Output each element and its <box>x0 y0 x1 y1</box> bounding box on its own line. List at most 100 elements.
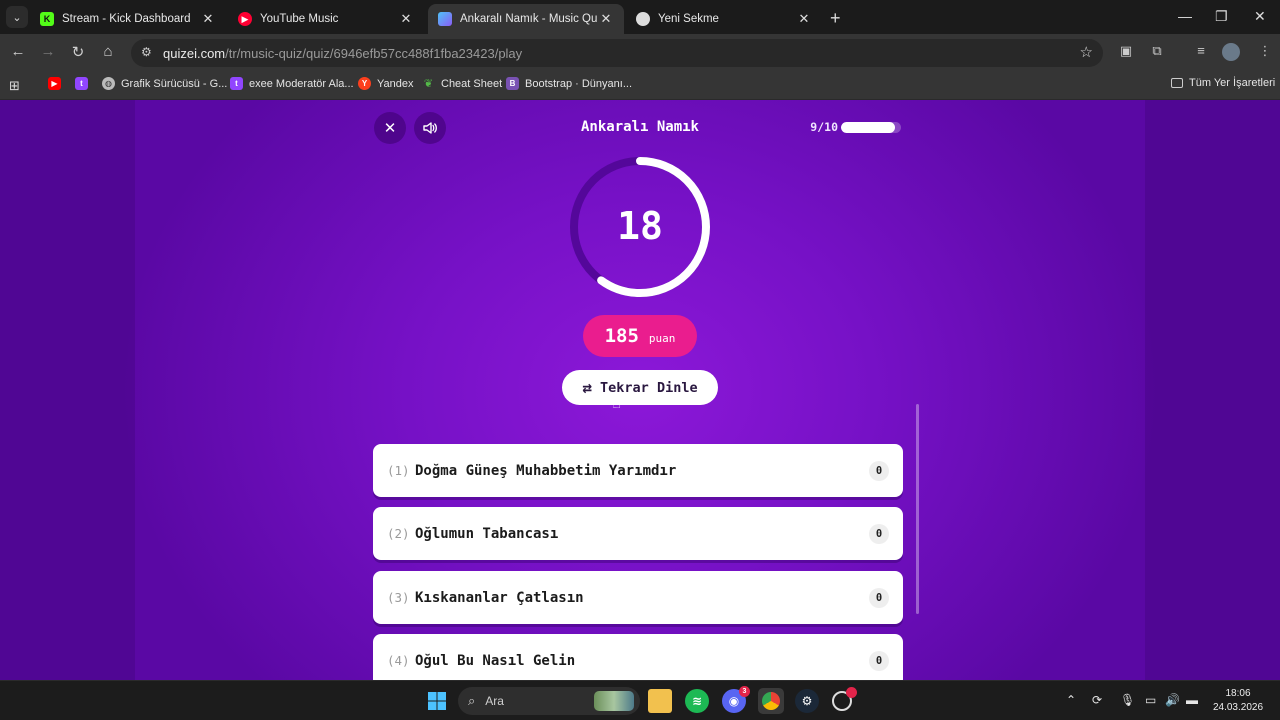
bookmark-label: Yandex <box>377 77 414 90</box>
close-icon: ✕ <box>383 120 397 137</box>
app-circle-icon[interactable] <box>832 687 857 711</box>
quizei-icon <box>438 12 452 26</box>
bookmark-moderator[interactable]: t exee Moderatör Ala... <box>230 77 354 90</box>
bookmark-label: exee Moderatör Ala... <box>249 77 354 90</box>
yandex-icon: Y <box>358 77 371 90</box>
spotify-icon[interactable]: ≋ <box>685 689 709 713</box>
discord-icon[interactable]: ◉ 3 <box>722 686 750 713</box>
repeat-icon: ⇄ <box>582 378 593 397</box>
home-icon[interactable]: ⌂ <box>98 43 118 60</box>
tab-title: Yeni Sekme <box>658 13 719 25</box>
clock[interactable]: 18:06 24.03.2026 <box>1206 687 1270 715</box>
bookmarks-bar: ⊞ ▶ t ◍ Grafik Sürücüsü - G... t exee Mode… <box>0 71 1280 100</box>
restore-icon[interactable]: ❐ <box>1215 8 1228 25</box>
microphone-icon[interactable]: 🎙 <box>1120 693 1135 707</box>
apps-grid-icon[interactable]: ⊞ <box>9 78 20 94</box>
youtube-music-icon: ▶ <box>238 12 252 26</box>
windows-start-icon[interactable] <box>425 689 449 713</box>
battery-icon[interactable]: ▬ <box>1186 693 1198 707</box>
answer-option-4[interactable]: (4) Oğul Bu Nasıl Gelin 0 <box>373 634 903 680</box>
puzzle-icon[interactable]: ⧉ <box>1148 43 1166 61</box>
bookmark-label: Grafik Sürücüsü - G... <box>121 77 228 90</box>
scrollbar[interactable] <box>916 404 919 614</box>
network-icon[interactable]: ▭ <box>1145 693 1156 707</box>
tab-quiz[interactable]: Ankaralı Namık - Music Quiz - C ✕ <box>428 4 624 34</box>
bootstrap-icon: B <box>506 77 519 90</box>
chrome-icon <box>636 12 650 26</box>
option-vote-count: 0 <box>869 523 889 544</box>
tab-title: YouTube Music <box>260 13 339 25</box>
all-bookmarks[interactable]: Tüm Yer İşaretleri <box>1171 77 1275 89</box>
volume-icon[interactable]: 🔊 <box>1165 693 1180 707</box>
close-quiz-button[interactable]: ✕ <box>374 112 406 144</box>
notification-dot <box>846 687 857 698</box>
bookmark-yandex[interactable]: Y Yandex <box>358 77 414 90</box>
twitch-icon: t <box>230 77 243 90</box>
close-icon[interactable]: ✕ <box>796 11 812 27</box>
countdown-seconds: 18 <box>617 204 663 248</box>
new-tab-button[interactable]: + <box>830 8 841 29</box>
twitch-icon: t <box>75 77 88 90</box>
right-side-band <box>1145 100 1280 680</box>
folder-icon <box>1171 78 1183 88</box>
leaf-icon: ❦ <box>423 78 434 90</box>
youtube-icon: ▶ <box>48 77 61 90</box>
steam-icon[interactable]: ⚙ <box>795 689 819 713</box>
bookmark-label: Tüm Yer İşaretleri <box>1189 77 1276 89</box>
forward-icon[interactable]: → <box>38 43 58 60</box>
option-label: Oğul Bu Nasıl Gelin <box>415 652 576 669</box>
kick-icon: K <box>40 12 54 26</box>
back-icon[interactable]: ← <box>8 43 28 60</box>
tab-new[interactable]: Yeni Sekme ✕ <box>626 4 822 34</box>
close-icon[interactable]: ✕ <box>598 11 614 27</box>
search-placeholder: Ara <box>485 694 504 708</box>
bookmark-label: Bootstrap · Dünyanı... <box>525 77 632 90</box>
discord-notification-badge: 3 <box>739 686 750 697</box>
bookmark-youtube[interactable]: ▶ <box>48 77 67 90</box>
profile-avatar[interactable] <box>1222 43 1240 61</box>
answer-option-2[interactable]: (2) Oğlumun Tabancası 0 <box>373 507 903 560</box>
option-label: Doğma Güneş Muhabbetim Yarımdır <box>415 462 677 479</box>
bookmark-bootstrap[interactable]: B Bootstrap · Dünyanı... <box>506 77 632 90</box>
volume-button[interactable] <box>414 112 446 144</box>
option-index: (4) <box>387 653 410 668</box>
close-icon[interactable]: ✕ <box>200 11 216 27</box>
replay-button[interactable]: ⇄ Tekrar Dinle <box>562 370 718 405</box>
window-close-icon[interactable]: ✕ <box>1254 8 1266 25</box>
answer-option-1[interactable]: (1) Doğma Güneş Muhabbetim Yarımdır 0 <box>373 444 903 497</box>
site-settings-icon[interactable]: ⚙ <box>141 45 152 59</box>
url-path: /tr/music-quiz/quiz/6946efb57cc488f1fba2… <box>225 45 523 61</box>
chevron-down-icon: ⌄ <box>12 11 22 24</box>
answer-option-3[interactable]: (3) Kıskananlar Çatlasın 0 <box>373 571 903 624</box>
minimize-icon[interactable]: — <box>1178 8 1192 24</box>
tab-youtube-music[interactable]: ▶ YouTube Music ✕ <box>228 4 424 34</box>
bookmark-label: Cheat Sheet <box>441 77 503 90</box>
bookmark-graphics-driver[interactable]: ◍ Grafik Sürücüsü - G... <box>102 77 227 90</box>
extension-icon[interactable]: ▣ <box>1117 43 1135 61</box>
reload-icon[interactable]: ↻ <box>68 43 88 61</box>
question-progress-text: 9/10 <box>810 120 838 134</box>
tab-title: Ankaralı Namık - Music Quiz - C <box>460 13 598 25</box>
search-highlight-image <box>594 691 634 711</box>
bookmark-star-icon[interactable]: ☆ <box>1080 43 1093 61</box>
tray-expand-icon[interactable]: ⌃ <box>1066 693 1076 707</box>
score-badge: 185 puan <box>583 315 697 357</box>
hand-cursor-icon: ☝ <box>612 395 622 412</box>
chrome-taskbar-icon[interactable] <box>758 688 784 714</box>
sync-icon[interactable]: ⟳ <box>1092 693 1102 707</box>
address-bar[interactable]: ⚙ quizei.com/tr/music-quiz/quiz/6946efb5… <box>131 39 1103 67</box>
file-explorer-icon[interactable] <box>648 689 672 713</box>
question-progress-fill <box>841 122 895 133</box>
speaker-icon <box>423 122 437 134</box>
close-icon[interactable]: ✕ <box>398 11 414 27</box>
clock-time: 18:06 <box>1225 688 1251 699</box>
windows-logo <box>428 692 446 710</box>
taskbar-search[interactable]: ⌕ Ara <box>458 687 640 715</box>
option-label: Kıskananlar Çatlasın <box>415 589 584 606</box>
tab-search-button[interactable]: ⌄ <box>6 6 28 28</box>
bookmark-cheat-sheet[interactable]: ❦ Cheat Sheet <box>422 77 503 91</box>
tab-kick[interactable]: K Stream - Kick Dashboard ✕ <box>30 4 226 34</box>
bookmark-twitch[interactable]: t <box>75 77 94 90</box>
media-control-icon[interactable]: ≡ <box>1192 43 1210 61</box>
menu-icon[interactable]: ⋮ <box>1256 43 1274 61</box>
